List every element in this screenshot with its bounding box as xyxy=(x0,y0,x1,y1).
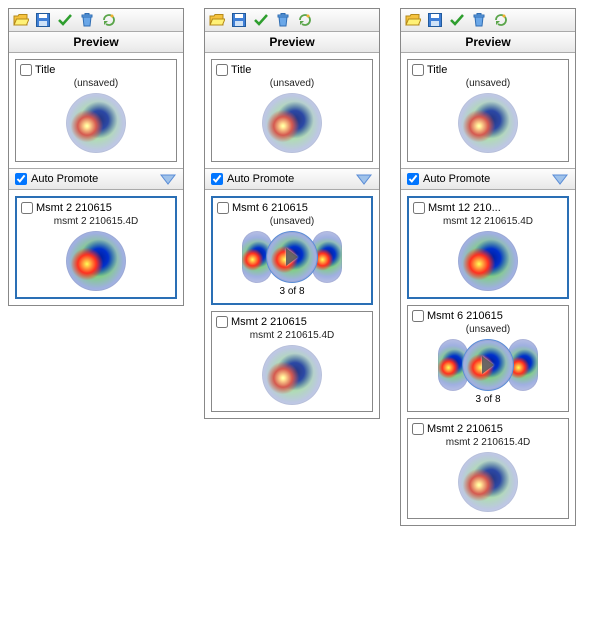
measurement-checkbox[interactable] xyxy=(412,310,424,322)
open-icon[interactable] xyxy=(209,12,225,28)
auto-promote-row: Auto Promote xyxy=(401,168,575,190)
preview-panel: Preview Title (unsaved) Auto Promote Msm… xyxy=(204,8,380,419)
auto-promote-label: Auto Promote xyxy=(423,173,490,185)
measurement-sub: (unsaved) xyxy=(412,324,564,335)
chevron-down-icon[interactable] xyxy=(159,172,177,186)
title-thumbnail xyxy=(458,93,518,153)
open-icon[interactable] xyxy=(13,12,29,28)
measurement-checkbox[interactable] xyxy=(413,202,425,214)
open-icon[interactable] xyxy=(405,12,421,28)
play-icon[interactable] xyxy=(482,356,494,374)
measurement-checkbox[interactable] xyxy=(21,202,33,214)
measurement-card[interactable]: Msmt 2 210615 msmt 2 210615.4D xyxy=(15,196,177,299)
measurement-sub: msmt 2 210615.4D xyxy=(412,437,564,448)
title-checkbox[interactable] xyxy=(20,64,32,76)
delete-icon[interactable] xyxy=(79,12,95,28)
toolbar xyxy=(401,9,575,32)
measurement-checkbox[interactable] xyxy=(217,202,229,214)
auto-promote-checkbox[interactable] xyxy=(15,173,27,185)
frame-count: 3 of 8 xyxy=(412,394,564,405)
save-icon[interactable] xyxy=(427,12,443,28)
toolbar xyxy=(205,9,379,32)
measurement-sub: msmt 2 210615.4D xyxy=(21,216,171,227)
measurement-label: Msmt 2 210615 xyxy=(231,316,307,328)
measurement-checkbox[interactable] xyxy=(216,316,228,328)
title-checkbox[interactable] xyxy=(412,64,424,76)
title-label: Title xyxy=(231,64,251,76)
measurement-card[interactable]: Msmt 2 210615 msmt 2 210615.4D xyxy=(407,418,569,519)
apply-icon[interactable] xyxy=(57,12,73,28)
refresh-icon[interactable] xyxy=(493,12,509,28)
thumbnail-stack[interactable] xyxy=(412,339,564,391)
measurement-card[interactable]: Msmt 12 210... msmt 12 210615.4D xyxy=(407,196,569,299)
auto-promote-row: Auto Promote xyxy=(205,168,379,190)
title-thumbnail xyxy=(66,93,126,153)
save-icon[interactable] xyxy=(35,12,51,28)
delete-icon[interactable] xyxy=(275,12,291,28)
measurement-label: Msmt 6 210615 xyxy=(427,310,503,322)
delete-icon[interactable] xyxy=(471,12,487,28)
thumbnail[interactable] xyxy=(66,231,126,291)
refresh-icon[interactable] xyxy=(297,12,313,28)
apply-icon[interactable] xyxy=(449,12,465,28)
title-card: Title (unsaved) xyxy=(407,59,569,162)
title-sub: (unsaved) xyxy=(20,78,172,89)
preview-header: Preview xyxy=(401,32,575,53)
auto-promote-row: Auto Promote xyxy=(9,168,183,190)
preview-header: Preview xyxy=(9,32,183,53)
measurement-sub: msmt 12 210615.4D xyxy=(413,216,563,227)
measurement-checkbox[interactable] xyxy=(412,423,424,435)
refresh-icon[interactable] xyxy=(101,12,117,28)
chevron-down-icon[interactable] xyxy=(355,172,373,186)
title-card: Title (unsaved) xyxy=(15,59,177,162)
thumbnail[interactable] xyxy=(458,452,518,512)
measurement-label: Msmt 12 210... xyxy=(428,202,501,214)
toolbar xyxy=(9,9,183,32)
frame-count: 3 of 8 xyxy=(217,286,367,297)
preview-panel: Preview Title (unsaved) Auto Promote Msm… xyxy=(400,8,576,526)
auto-promote-checkbox[interactable] xyxy=(211,173,223,185)
title-label: Title xyxy=(427,64,447,76)
measurement-label: Msmt 2 210615 xyxy=(427,423,503,435)
measurement-card[interactable]: Msmt 2 210615 msmt 2 210615.4D xyxy=(211,311,373,412)
preview-panel: Preview Title (unsaved) Auto Promote Msm… xyxy=(8,8,184,306)
title-sub: (unsaved) xyxy=(216,78,368,89)
title-label: Title xyxy=(35,64,55,76)
apply-icon[interactable] xyxy=(253,12,269,28)
measurement-sub: msmt 2 210615.4D xyxy=(216,330,368,341)
measurement-card[interactable]: Msmt 6 210615 (unsaved) 3 of 8 xyxy=(211,196,373,305)
measurement-label: Msmt 2 210615 xyxy=(36,202,112,214)
measurement-card[interactable]: Msmt 6 210615 (unsaved) 3 of 8 xyxy=(407,305,569,412)
chevron-down-icon[interactable] xyxy=(551,172,569,186)
measurement-sub: (unsaved) xyxy=(217,216,367,227)
save-icon[interactable] xyxy=(231,12,247,28)
preview-header: Preview xyxy=(205,32,379,53)
thumbnail-stack[interactable] xyxy=(217,231,367,283)
play-icon[interactable] xyxy=(286,248,298,266)
auto-promote-label: Auto Promote xyxy=(31,173,98,185)
auto-promote-label: Auto Promote xyxy=(227,173,294,185)
thumbnail[interactable] xyxy=(262,345,322,405)
thumbnail[interactable] xyxy=(458,231,518,291)
title-thumbnail xyxy=(262,93,322,153)
title-sub: (unsaved) xyxy=(412,78,564,89)
measurement-label: Msmt 6 210615 xyxy=(232,202,308,214)
title-card: Title (unsaved) xyxy=(211,59,373,162)
title-checkbox[interactable] xyxy=(216,64,228,76)
auto-promote-checkbox[interactable] xyxy=(407,173,419,185)
